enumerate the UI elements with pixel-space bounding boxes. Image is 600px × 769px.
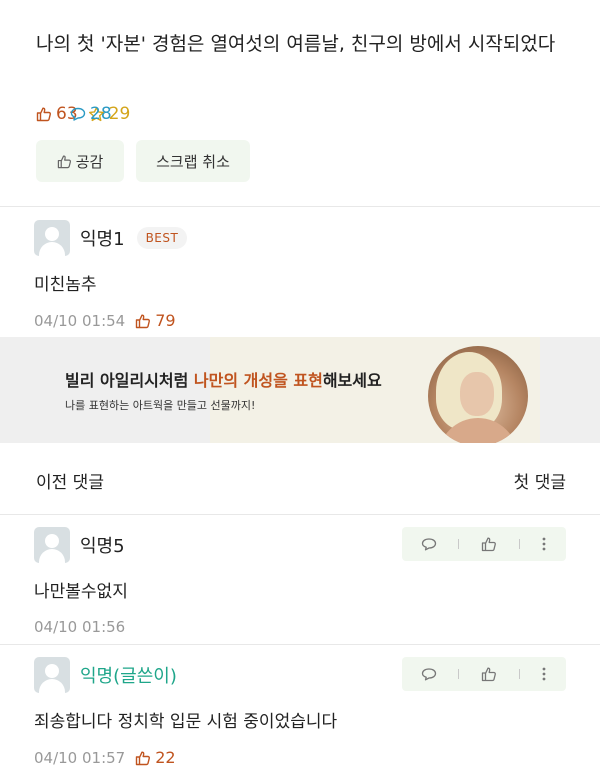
speech-bubble-icon (70, 107, 86, 121)
comment-time: 04/10 01:56 (34, 618, 126, 636)
comment-meta: 04/10 01:56 (34, 618, 574, 636)
comment-meta: 04/10 01:57 22 (34, 748, 574, 767)
scrap-cancel-button[interactable]: 스크랩 취소 (136, 140, 250, 182)
reply-icon[interactable] (421, 666, 437, 682)
comment-like-value: 22 (155, 748, 176, 767)
divider (0, 644, 600, 645)
first-comment-button[interactable]: 첫 댓글 (514, 468, 566, 493)
comment-text: 미친놈추 (34, 275, 97, 295)
best-badge: BEST (136, 227, 188, 249)
avatar (34, 657, 70, 693)
comment-time: 04/10 01:57 (34, 748, 126, 767)
divider (0, 514, 600, 515)
comment-item: 익명5 나만볼수없지 04/10 01:56 (34, 527, 574, 636)
comment-header: 익명1 BEST (34, 220, 574, 256)
comment-nav: 이전 댓글 첫 댓글 (36, 468, 566, 493)
comment-like-value: 79 (155, 311, 176, 330)
avatar (34, 527, 70, 563)
more-options-icon[interactable] (541, 536, 547, 552)
post-comment-count: 28 (70, 104, 600, 124)
banner-headline-pre: 빌리 아일리시처럼 (65, 371, 194, 390)
comment-time: 04/10 01:54 (34, 311, 126, 330)
post-comment-value: 28 (90, 104, 112, 124)
ad-banner[interactable]: 빌리 아일리시처럼 나만의 개성을 표현해보세요 나를 표현하는 아트웍을 만들… (0, 337, 600, 443)
post-stats: 63 28 29 (36, 104, 140, 124)
banner-headline-post: 해보세요 (322, 371, 382, 390)
comment-like-count: 79 (135, 311, 176, 330)
scrap-cancel-label: 스크랩 취소 (156, 152, 230, 171)
comment-text: 죄송합니다 정치학 입문 시험 중이었습니다 (34, 712, 338, 732)
comment-item: 익명(글쓴이) 죄송합니다 정치학 입문 시험 중이었습니다 04/10 01:… (34, 657, 574, 767)
comment-tools (402, 657, 566, 691)
thumbs-up-icon (57, 154, 71, 168)
banner-photo (428, 346, 528, 443)
banner-headline: 빌리 아일리시처럼 나만의 개성을 표현해보세요 (65, 367, 382, 391)
empathy-button[interactable]: 공감 (36, 140, 124, 182)
comment-author-writer: 익명(글쓴이) (80, 666, 177, 687)
thumbs-up-icon (136, 750, 151, 765)
comment-like-count: 22 (135, 748, 176, 767)
prev-comments-button[interactable]: 이전 댓글 (36, 468, 104, 493)
comment-meta: 04/10 01:54 79 (34, 311, 574, 330)
empathy-label: 공감 (75, 152, 104, 171)
banner-headline-highlight: 나만의 개성을 표현 (193, 371, 323, 390)
thumbs-up-icon (136, 313, 151, 328)
post-title: 나의 첫 '자본' 경험은 열여섯의 여름날, 친구의 방에서 시작되었다 (36, 33, 556, 55)
thumbs-up-icon[interactable] (481, 536, 497, 552)
comment-author: 익명5 (80, 536, 125, 557)
avatar (34, 220, 70, 256)
banner-subtext: 나를 표현하는 아트웍을 만들고 선물까지! (65, 399, 256, 412)
thumbs-up-icon[interactable] (481, 666, 497, 682)
best-comment: 익명1 BEST 미친놈추 04/10 01:54 79 (34, 220, 574, 330)
comment-author: 익명1 (80, 229, 125, 250)
divider (0, 206, 600, 207)
comment-tools (402, 527, 566, 561)
post-actions: 공감 스크랩 취소 (36, 140, 262, 182)
thumbs-up-icon (36, 107, 51, 122)
reply-icon[interactable] (421, 536, 437, 552)
more-options-icon[interactable] (541, 666, 547, 682)
comment-text: 나만볼수없지 (34, 582, 128, 602)
